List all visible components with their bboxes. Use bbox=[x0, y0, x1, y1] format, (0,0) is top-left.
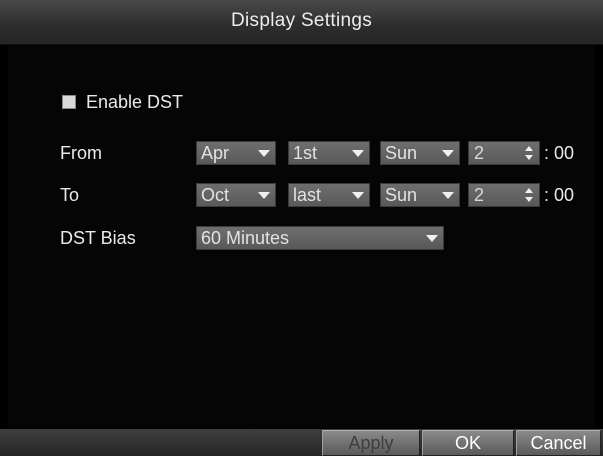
from-week-value: 1st bbox=[293, 143, 318, 163]
spin-up-icon[interactable] bbox=[525, 146, 533, 151]
enable-dst-checkbox[interactable] bbox=[62, 95, 76, 109]
dst-bias-select[interactable]: 60 Minutes bbox=[196, 226, 444, 250]
to-day-value: Sun bbox=[385, 185, 418, 205]
to-week-select[interactable]: last bbox=[288, 183, 370, 207]
to-week-value: last bbox=[293, 185, 322, 205]
to-month-select[interactable]: Oct bbox=[196, 183, 276, 207]
from-minute-suffix: : 00 bbox=[544, 143, 575, 163]
chevron-down-icon bbox=[258, 192, 270, 199]
from-day-value: Sun bbox=[385, 143, 418, 163]
ok-button[interactable]: OK bbox=[422, 430, 514, 456]
chevron-down-icon bbox=[352, 150, 364, 157]
spin-up-icon[interactable] bbox=[525, 188, 533, 193]
chevron-down-icon bbox=[426, 235, 438, 242]
dst-bias-label: DST Bias bbox=[60, 228, 136, 248]
chevron-down-icon bbox=[442, 192, 454, 199]
enable-dst-label: Enable DST bbox=[86, 92, 184, 112]
from-week-select[interactable]: 1st bbox=[288, 141, 370, 165]
to-day-select[interactable]: Sun bbox=[380, 183, 460, 207]
from-day-select[interactable]: Sun bbox=[380, 141, 460, 165]
title-bar: Display Settings bbox=[0, 0, 603, 45]
from-month-value: Apr bbox=[201, 143, 230, 163]
cancel-button[interactable]: Cancel bbox=[516, 430, 601, 456]
from-hour-value: 2 bbox=[474, 143, 485, 163]
spin-down-icon[interactable] bbox=[525, 155, 533, 160]
chevron-down-icon bbox=[442, 150, 454, 157]
to-month-value: Oct bbox=[201, 185, 230, 205]
chevron-down-icon bbox=[258, 150, 270, 157]
from-month-select[interactable]: Apr bbox=[196, 141, 276, 165]
to-minute-suffix: : 00 bbox=[544, 185, 575, 205]
spin-down-icon[interactable] bbox=[525, 197, 533, 202]
apply-button[interactable]: Apply bbox=[322, 430, 420, 456]
from-hour-spinner[interactable]: 2 bbox=[468, 141, 540, 165]
chevron-down-icon bbox=[352, 192, 364, 199]
dst-bias-value: 60 Minutes bbox=[201, 228, 290, 248]
window-title: Display Settings bbox=[230, 10, 373, 31]
from-label: From bbox=[60, 143, 102, 163]
to-hour-spinner[interactable]: 2 bbox=[468, 183, 540, 207]
to-hour-value: 2 bbox=[474, 185, 485, 205]
to-label: To bbox=[60, 185, 80, 205]
